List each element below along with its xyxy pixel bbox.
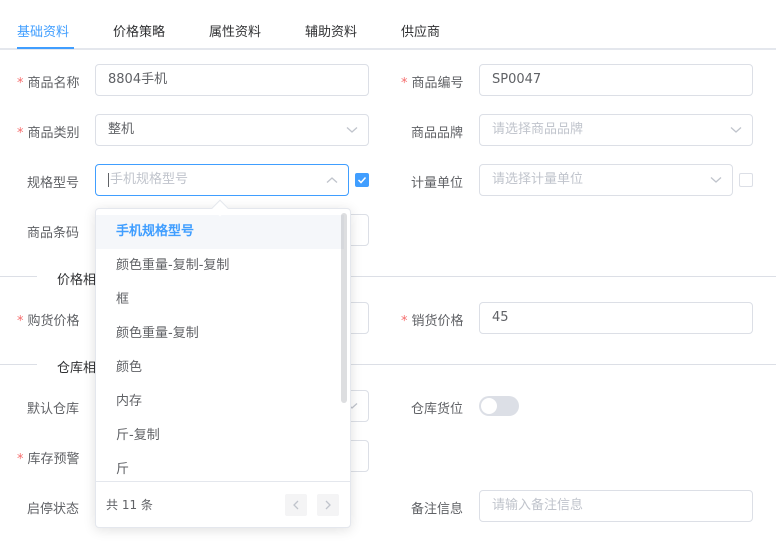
next-page-button[interactable]: [317, 494, 339, 516]
spec-option[interactable]: 框: [96, 283, 344, 317]
brand-label: 商品品牌: [411, 126, 464, 141]
check-icon: [357, 176, 367, 184]
product-code-input[interactable]: SP0047: [479, 64, 753, 96]
spec-select-placeholder: 手机规格型号: [110, 172, 189, 187]
chevron-down-icon: [346, 115, 358, 145]
spec-option[interactable]: 内存: [96, 385, 344, 419]
stock-warning-label: * 库存预警: [17, 452, 80, 467]
chevron-up-icon: [326, 165, 338, 195]
remark-label: 备注信息: [411, 502, 464, 517]
tab-bar: 基础资料 价格策略 属性资料 辅助资料 供应商: [0, 0, 776, 50]
text-cursor: [108, 172, 109, 187]
purchase-price-label: * 购货价格: [17, 314, 80, 329]
spec-option[interactable]: 颜色: [96, 351, 344, 385]
unit-select[interactable]: 请选择计量单位: [479, 164, 733, 196]
spec-option[interactable]: 斤-复制: [96, 419, 344, 453]
tab-attribute-info[interactable]: 属性资料: [209, 21, 261, 40]
spec-dropdown: 手机规格型号 颜色重量-复制-复制 框 颜色重量-复制 颜色 内存 斤-复制 斤…: [95, 208, 351, 528]
remark-input[interactable]: 请输入备注信息: [479, 490, 753, 522]
chevron-down-icon: [710, 165, 722, 195]
tab-auxiliary-info[interactable]: 辅助资料: [305, 21, 357, 40]
category-select[interactable]: 整机: [95, 114, 369, 146]
sale-price-label: * 销货价格: [401, 314, 464, 329]
tab-basic-info[interactable]: 基础资料: [17, 21, 69, 40]
unit-select-placeholder: 请选择计量单位: [492, 172, 584, 187]
active-tab-indicator: [17, 47, 74, 49]
chevron-down-icon: [730, 115, 742, 145]
spec-checkbox[interactable]: [355, 173, 369, 187]
tab-supplier[interactable]: 供应商: [401, 21, 440, 40]
chevron-left-icon: [293, 500, 299, 510]
spec-option[interactable]: 颜色重量-复制-复制: [96, 249, 344, 283]
dropdown-pagination: 共 11 条: [96, 481, 350, 527]
unit-label: 计量单位: [411, 176, 464, 191]
product-code-label: * 商品编号: [401, 76, 464, 91]
chevron-right-icon: [325, 500, 331, 510]
sale-price-input[interactable]: 45: [479, 302, 753, 334]
product-name-label: * 商品名称: [17, 76, 80, 91]
unit-checkbox[interactable]: [739, 173, 753, 187]
pagination-total: 共 11 条: [106, 498, 153, 512]
warehouse-location-label: 仓库货位: [411, 402, 464, 417]
warehouse-location-switch[interactable]: [479, 396, 519, 416]
category-select-value: 整机: [108, 122, 135, 137]
spec-options-list: 手机规格型号 颜色重量-复制-复制 框 颜色重量-复制 颜色 内存 斤-复制 斤: [96, 215, 344, 487]
barcode-label: 商品条码: [27, 226, 80, 241]
product-name-input[interactable]: 8804手机: [95, 64, 369, 96]
dropdown-scrollbar[interactable]: [341, 213, 347, 403]
brand-select[interactable]: 请选择商品品牌: [479, 114, 753, 146]
status-label: 启停状态: [27, 502, 80, 517]
prev-page-button[interactable]: [285, 494, 307, 516]
spec-option[interactable]: 手机规格型号: [96, 215, 344, 249]
default-warehouse-label: 默认仓库: [27, 402, 80, 417]
spec-select[interactable]: 手机规格型号: [95, 164, 349, 196]
category-label: * 商品类别: [17, 126, 80, 141]
spec-label: 规格型号: [27, 176, 80, 191]
switch-knob: [481, 398, 497, 414]
tab-price-strategy[interactable]: 价格策略: [113, 21, 165, 40]
brand-select-placeholder: 请选择商品品牌: [492, 122, 584, 137]
spec-option[interactable]: 颜色重量-复制: [96, 317, 344, 351]
